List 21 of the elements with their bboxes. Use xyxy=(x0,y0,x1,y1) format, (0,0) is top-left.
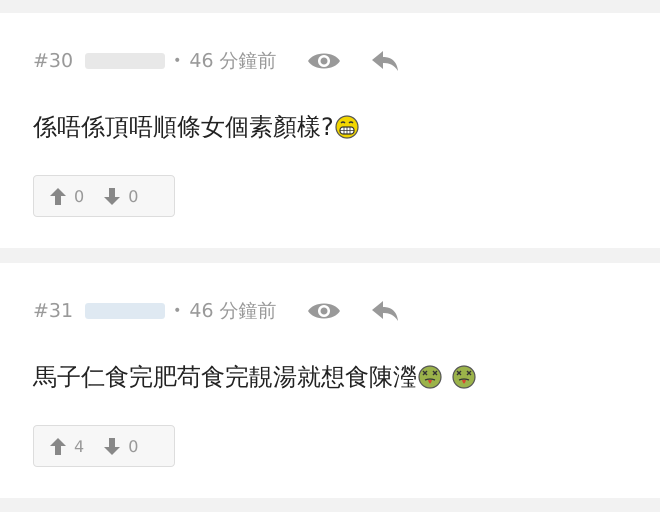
downvote-button[interactable]: 0 xyxy=(104,186,138,206)
down-arrow-icon xyxy=(104,438,120,454)
downvote-button[interactable]: 0 xyxy=(104,436,138,456)
separator-dot: • xyxy=(173,53,182,69)
up-arrow-icon xyxy=(50,188,66,204)
comment-text: 係唔係頂唔順條女個素顏樣? xyxy=(33,112,334,143)
up-arrow-icon xyxy=(50,438,66,454)
reply-icon[interactable] xyxy=(370,50,399,72)
reply-icon[interactable] xyxy=(370,300,399,322)
sick-face-icon xyxy=(452,365,476,389)
post-time: 46 分鐘前 xyxy=(189,49,277,74)
comment-number: #30 xyxy=(33,50,74,72)
comment-number: #31 xyxy=(33,300,74,322)
upvote-button[interactable]: 4 xyxy=(50,436,84,456)
post-time: 46 分鐘前 xyxy=(189,299,277,324)
separator-dot: • xyxy=(173,303,182,319)
sick-face-icon xyxy=(418,365,442,389)
down-arrow-icon xyxy=(104,188,120,204)
comment-text: 馬子仁食完肥苟食完靚湯就想食陳瀅 xyxy=(33,362,417,393)
upvote-button[interactable]: 0 xyxy=(50,186,84,206)
grinning-face-icon xyxy=(334,115,359,139)
